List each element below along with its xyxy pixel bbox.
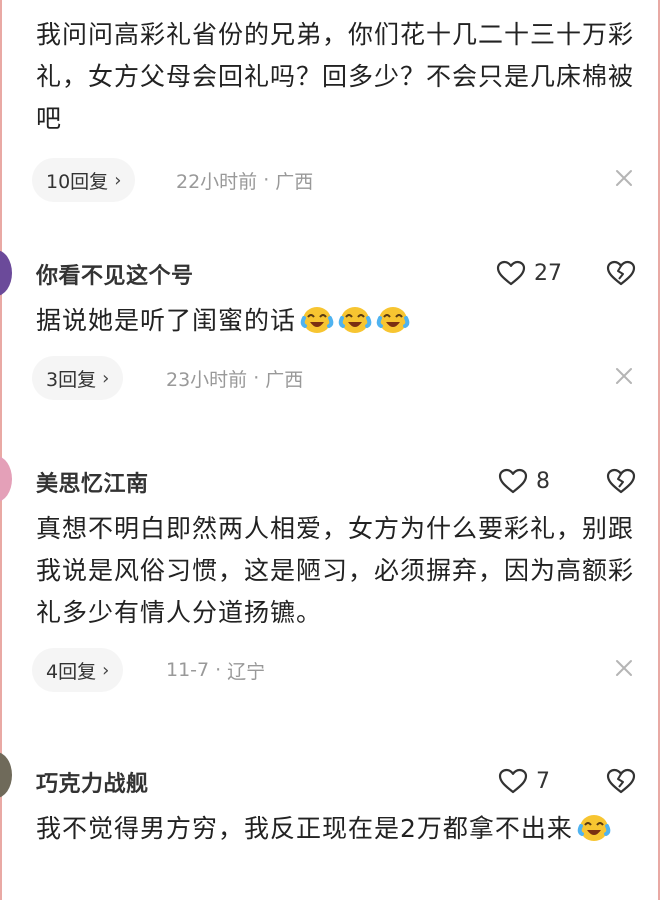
comment-time: 23小时前 — [166, 368, 248, 391]
comment-text: 据说她是听了闺蜜的话 — [36, 300, 636, 342]
comment-item: 我问问高彩礼省份的兄弟，你们花十几二十三十万彩礼，女方父母会回礼吗？回多少？不会… — [32, 14, 636, 202]
comment-text-content: 我不觉得男方穷，我反正现在是2万都拿不出来 — [36, 814, 573, 843]
heart-outline-icon — [498, 768, 528, 794]
comment-author[interactable]: 美思忆江南 — [36, 466, 149, 498]
comment-item: 巧克力战舰 7 我不觉得男方穷，我反正现在是2万都拿不出来 — [36, 764, 636, 850]
comment-text: 我问问高彩礼省份的兄弟，你们花十几二十三十万彩礼，女方父母会回礼吗？回多少？不会… — [36, 20, 635, 133]
like-count: 7 — [536, 768, 550, 794]
comment-time: 11-7 — [166, 659, 210, 681]
broken-heart-icon[interactable] — [606, 468, 636, 494]
comment-author[interactable]: 巧克力战舰 — [36, 766, 149, 798]
replies-button[interactable]: 3回复 › — [32, 356, 124, 400]
close-x-icon[interactable] — [614, 168, 634, 188]
chevron-right-icon: › — [114, 169, 122, 191]
comment-text: 真想不明白即然两人相爱，女方为什么要彩礼，别跟我说是风俗习惯，这是陋习，必须摒弃… — [36, 514, 635, 627]
replies-label: 4回复 — [46, 660, 97, 683]
comment-location: 辽宁 — [227, 660, 266, 683]
like-button[interactable]: 7 — [498, 768, 550, 794]
comment-actions: 27 — [496, 256, 636, 290]
like-count: 8 — [536, 468, 550, 494]
separator-dot: · — [253, 367, 260, 389]
replies-button[interactable]: 10回复 › — [32, 158, 136, 202]
avatar[interactable] — [0, 456, 12, 502]
replies-label: 10回复 — [46, 170, 109, 193]
comment-meta-info: 22小时前 · 广西 — [176, 158, 313, 202]
comment-time: 22小时前 — [176, 170, 258, 193]
close-x-icon[interactable] — [614, 366, 634, 386]
like-button[interactable]: 8 — [498, 468, 550, 494]
replies-button[interactable]: 4回复 › — [32, 648, 124, 692]
comment-item: 美思忆江南 8 真想不明白即然两人相爱，女方为什么要彩礼，别跟我说是风俗习惯，这… — [32, 464, 636, 692]
comment-header: 巧克力战舰 7 — [36, 764, 636, 798]
laughing-crying-emoji-icon — [376, 307, 410, 333]
comment-text: 我不觉得男方穷，我反正现在是2万都拿不出来 — [36, 808, 636, 850]
laughing-crying-emoji-icon — [338, 307, 372, 333]
avatar[interactable] — [0, 752, 12, 798]
laughing-crying-emoji-icon — [577, 815, 611, 841]
comment-meta-info: 23小时前 · 广西 — [166, 356, 303, 400]
comment-meta-info: 11-7 · 辽宁 — [166, 648, 265, 692]
comment-author[interactable]: 你看不见这个号 — [36, 258, 194, 290]
comment-item: 你看不见这个号 27 据说她是听了闺蜜的话 3回复 › 23小时前 · 广西 — [32, 256, 636, 400]
chevron-right-icon: › — [102, 367, 110, 389]
comment-text-content: 据说她是听了闺蜜的话 — [36, 306, 297, 335]
comment-header: 你看不见这个号 27 — [36, 256, 636, 290]
comment-header: 美思忆江南 8 — [36, 464, 636, 498]
comment-meta: 4回复 › 11-7 · 辽宁 — [32, 648, 636, 692]
close-x-icon[interactable] — [614, 658, 634, 678]
replies-label: 3回复 — [46, 368, 97, 391]
broken-heart-icon[interactable] — [606, 768, 636, 794]
like-count: 27 — [534, 260, 562, 286]
heart-outline-icon — [496, 260, 526, 286]
comment-location: 广西 — [265, 368, 304, 391]
chevron-right-icon: › — [102, 659, 110, 681]
separator-dot: · — [263, 169, 270, 191]
broken-heart-icon[interactable] — [606, 260, 636, 286]
comment-actions: 7 — [498, 764, 636, 798]
separator-dot: · — [215, 659, 222, 681]
heart-outline-icon — [498, 468, 528, 494]
avatar[interactable] — [0, 250, 12, 296]
comment-actions: 8 — [498, 464, 636, 498]
laughing-crying-emoji-icon — [300, 307, 334, 333]
like-button[interactable]: 27 — [496, 260, 562, 286]
comment-location: 广西 — [275, 170, 314, 193]
comment-meta: 10回复 › 22小时前 · 广西 — [32, 158, 636, 202]
comment-meta: 3回复 › 23小时前 · 广西 — [32, 356, 636, 400]
